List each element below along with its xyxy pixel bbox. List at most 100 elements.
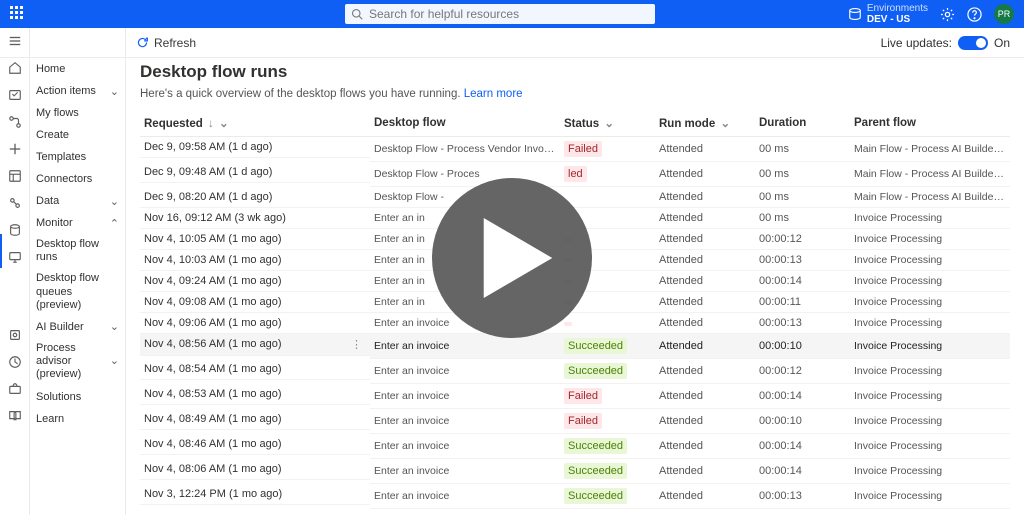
table-header-row: Requested ↓ ⌄ Desktop flow Status ⌄ Run … [140, 110, 1010, 137]
table-row[interactable]: Nov 4, 08:46 AM (1 mo ago) Enter an invo… [140, 434, 1010, 459]
cell-parent: Invoice Processing [850, 359, 1010, 384]
col-parent-flow[interactable]: Parent flow [850, 110, 1010, 137]
nav-my-flows[interactable]: My flows [30, 102, 125, 124]
help-icon[interactable] [967, 7, 982, 22]
refresh-button[interactable]: Refresh [136, 36, 196, 50]
learn-icon[interactable] [8, 409, 22, 423]
nav-templates[interactable]: Templates [30, 146, 125, 168]
cell-requested: Nov 4, 08:46 AM (1 mo ago) [140, 434, 370, 455]
cell-parent: Invoice Processing [850, 384, 1010, 409]
nav-process-advisor[interactable]: Process advisor (preview)⌄ [30, 338, 125, 386]
table-row[interactable]: Dec 9, 09:58 AM (1 d ago) Desktop Flow -… [140, 137, 1010, 162]
sidebar: Home Action items⌄ My flows Create Templ… [30, 28, 126, 515]
page-subtitle: Here's a quick overview of the desktop f… [140, 88, 1010, 100]
nav-data[interactable]: Data⌄ [30, 190, 125, 212]
cell-duration: 00 ms [755, 208, 850, 229]
ai-builder-icon[interactable] [8, 328, 22, 342]
cell-parent: Invoice Processing [850, 434, 1010, 459]
nav-create[interactable]: Create [30, 124, 125, 146]
monitor-icon[interactable] [8, 250, 22, 264]
table-row[interactable]: Nov 3, 12:24 PM (1 mo ago) Enter an invo… [140, 484, 1010, 509]
cell-parent: Invoice Processing [850, 459, 1010, 484]
cell-status [560, 187, 655, 208]
row-more-icon[interactable]: ⋮ [347, 338, 366, 351]
cell-requested: Nov 4, 09:08 AM (1 mo ago) [140, 292, 370, 313]
cell-status: Succeeded [560, 359, 655, 384]
chevron-down-icon: ⌄ [604, 118, 614, 130]
video-play-button[interactable] [432, 178, 592, 338]
table-row[interactable]: Nov 4, 08:49 AM (1 mo ago) Enter an invo… [140, 409, 1010, 434]
create-icon[interactable] [8, 142, 22, 156]
cell-duration: 00:00:14 [755, 271, 850, 292]
chevron-down-icon: ⌄ [110, 85, 119, 98]
app-launcher-icon[interactable] [10, 6, 26, 22]
environment-label: Environments [867, 3, 928, 14]
refresh-icon [136, 36, 149, 49]
live-updates-toggle[interactable] [958, 36, 988, 50]
avatar[interactable]: PR [994, 4, 1014, 24]
cell-parent: Invoice Processing [850, 271, 1010, 292]
col-status[interactable]: Status ⌄ [560, 110, 655, 137]
cell-duration: 00:00:10 [755, 334, 850, 359]
chevron-down-icon: ⌄ [219, 118, 229, 130]
table-row[interactable]: Dec 9, 09:48 AM (1 d ago) Desktop Flow -… [140, 162, 1010, 187]
cell-requested: Nov 4, 08:56 AM (1 mo ago)⋮ [140, 334, 370, 356]
environment-switcher[interactable]: Environments DEV - US [848, 3, 928, 25]
cell-requested: Nov 16, 09:12 AM (3 wk ago) [140, 208, 370, 229]
environment-icon [848, 7, 862, 21]
process-advisor-icon[interactable] [8, 355, 22, 369]
cell-status: led [560, 162, 655, 187]
nav-monitor[interactable]: Monitor⌃ [30, 212, 125, 234]
runs-table: Requested ↓ ⌄ Desktop flow Status ⌄ Run … [140, 110, 1010, 509]
cell-status: Succeeded [560, 484, 655, 509]
col-duration[interactable]: Duration [755, 110, 850, 137]
table-row[interactable]: Nov 4, 08:06 AM (1 mo ago) Enter an invo… [140, 459, 1010, 484]
connectors-icon[interactable] [8, 196, 22, 210]
nav-desktop-flow-queues[interactable]: Desktop flow queues (preview) [30, 268, 125, 316]
nav-learn[interactable]: Learn [30, 408, 125, 430]
my-flows-icon[interactable] [8, 115, 22, 129]
learn-more-link[interactable]: Learn more [464, 88, 523, 100]
nav-solutions[interactable]: Solutions [30, 386, 125, 408]
cell-flow: Enter an invoice [370, 459, 560, 484]
cell-flow: Enter an invoice [370, 334, 560, 359]
action-items-icon[interactable] [8, 88, 22, 102]
cell-duration: 00:00:14 [755, 459, 850, 484]
cell-mode: Attended [655, 409, 755, 434]
col-run-mode[interactable]: Run mode ⌄ [655, 110, 755, 137]
cell-parent: Invoice Processing [850, 229, 1010, 250]
chevron-up-icon: ⌃ [110, 217, 119, 230]
nav-desktop-flow-runs[interactable]: Desktop flow runs [30, 234, 125, 268]
hamburger-icon[interactable] [8, 34, 22, 48]
nav-action-items[interactable]: Action items⌄ [30, 80, 125, 102]
cell-requested: Nov 4, 08:54 AM (1 mo ago) [140, 359, 370, 380]
top-bar: Search for helpful resources Environment… [0, 0, 1024, 28]
templates-icon[interactable] [8, 169, 22, 183]
cell-parent: Invoice Processing [850, 484, 1010, 509]
cell-requested: Nov 3, 12:24 PM (1 mo ago) [140, 484, 370, 505]
cell-requested: Dec 9, 08:20 AM (1 d ago) [140, 187, 370, 208]
table-row[interactable]: Nov 4, 08:54 AM (1 mo ago) Enter an invo… [140, 359, 1010, 384]
home-icon[interactable] [8, 61, 22, 75]
search-input[interactable]: Search for helpful resources [345, 4, 655, 24]
cell-requested: Dec 9, 09:58 AM (1 d ago) [140, 137, 370, 158]
nav-connectors[interactable]: Connectors [30, 168, 125, 190]
topbar-right: Environments DEV - US PR [848, 3, 1014, 25]
table-row[interactable]: Nov 4, 09:06 AM (1 mo ago) Enter an invo… [140, 313, 1010, 334]
table-row[interactable]: Dec 9, 08:20 AM (1 d ago) Desktop Flow -… [140, 187, 1010, 208]
cell-status [560, 313, 655, 334]
table-row[interactable]: Nov 4, 08:53 AM (1 mo ago) Enter an invo… [140, 384, 1010, 409]
nav-home[interactable]: Home [30, 58, 125, 80]
cell-status: Failed [560, 384, 655, 409]
gear-icon[interactable] [940, 7, 955, 22]
table-row[interactable]: Nov 4, 08:56 AM (1 mo ago)⋮ Enter an inv… [140, 334, 1010, 359]
cell-mode: Attended [655, 229, 755, 250]
cell-mode: Attended [655, 484, 755, 509]
solutions-icon[interactable] [8, 382, 22, 396]
nav-ai-builder[interactable]: AI Builder⌄ [30, 316, 125, 338]
cell-flow: Enter an invoice [370, 409, 560, 434]
col-desktop-flow[interactable]: Desktop flow [370, 110, 560, 137]
data-icon[interactable] [8, 223, 22, 237]
cell-mode: Attended [655, 334, 755, 359]
col-requested[interactable]: Requested ↓ ⌄ [140, 110, 370, 137]
